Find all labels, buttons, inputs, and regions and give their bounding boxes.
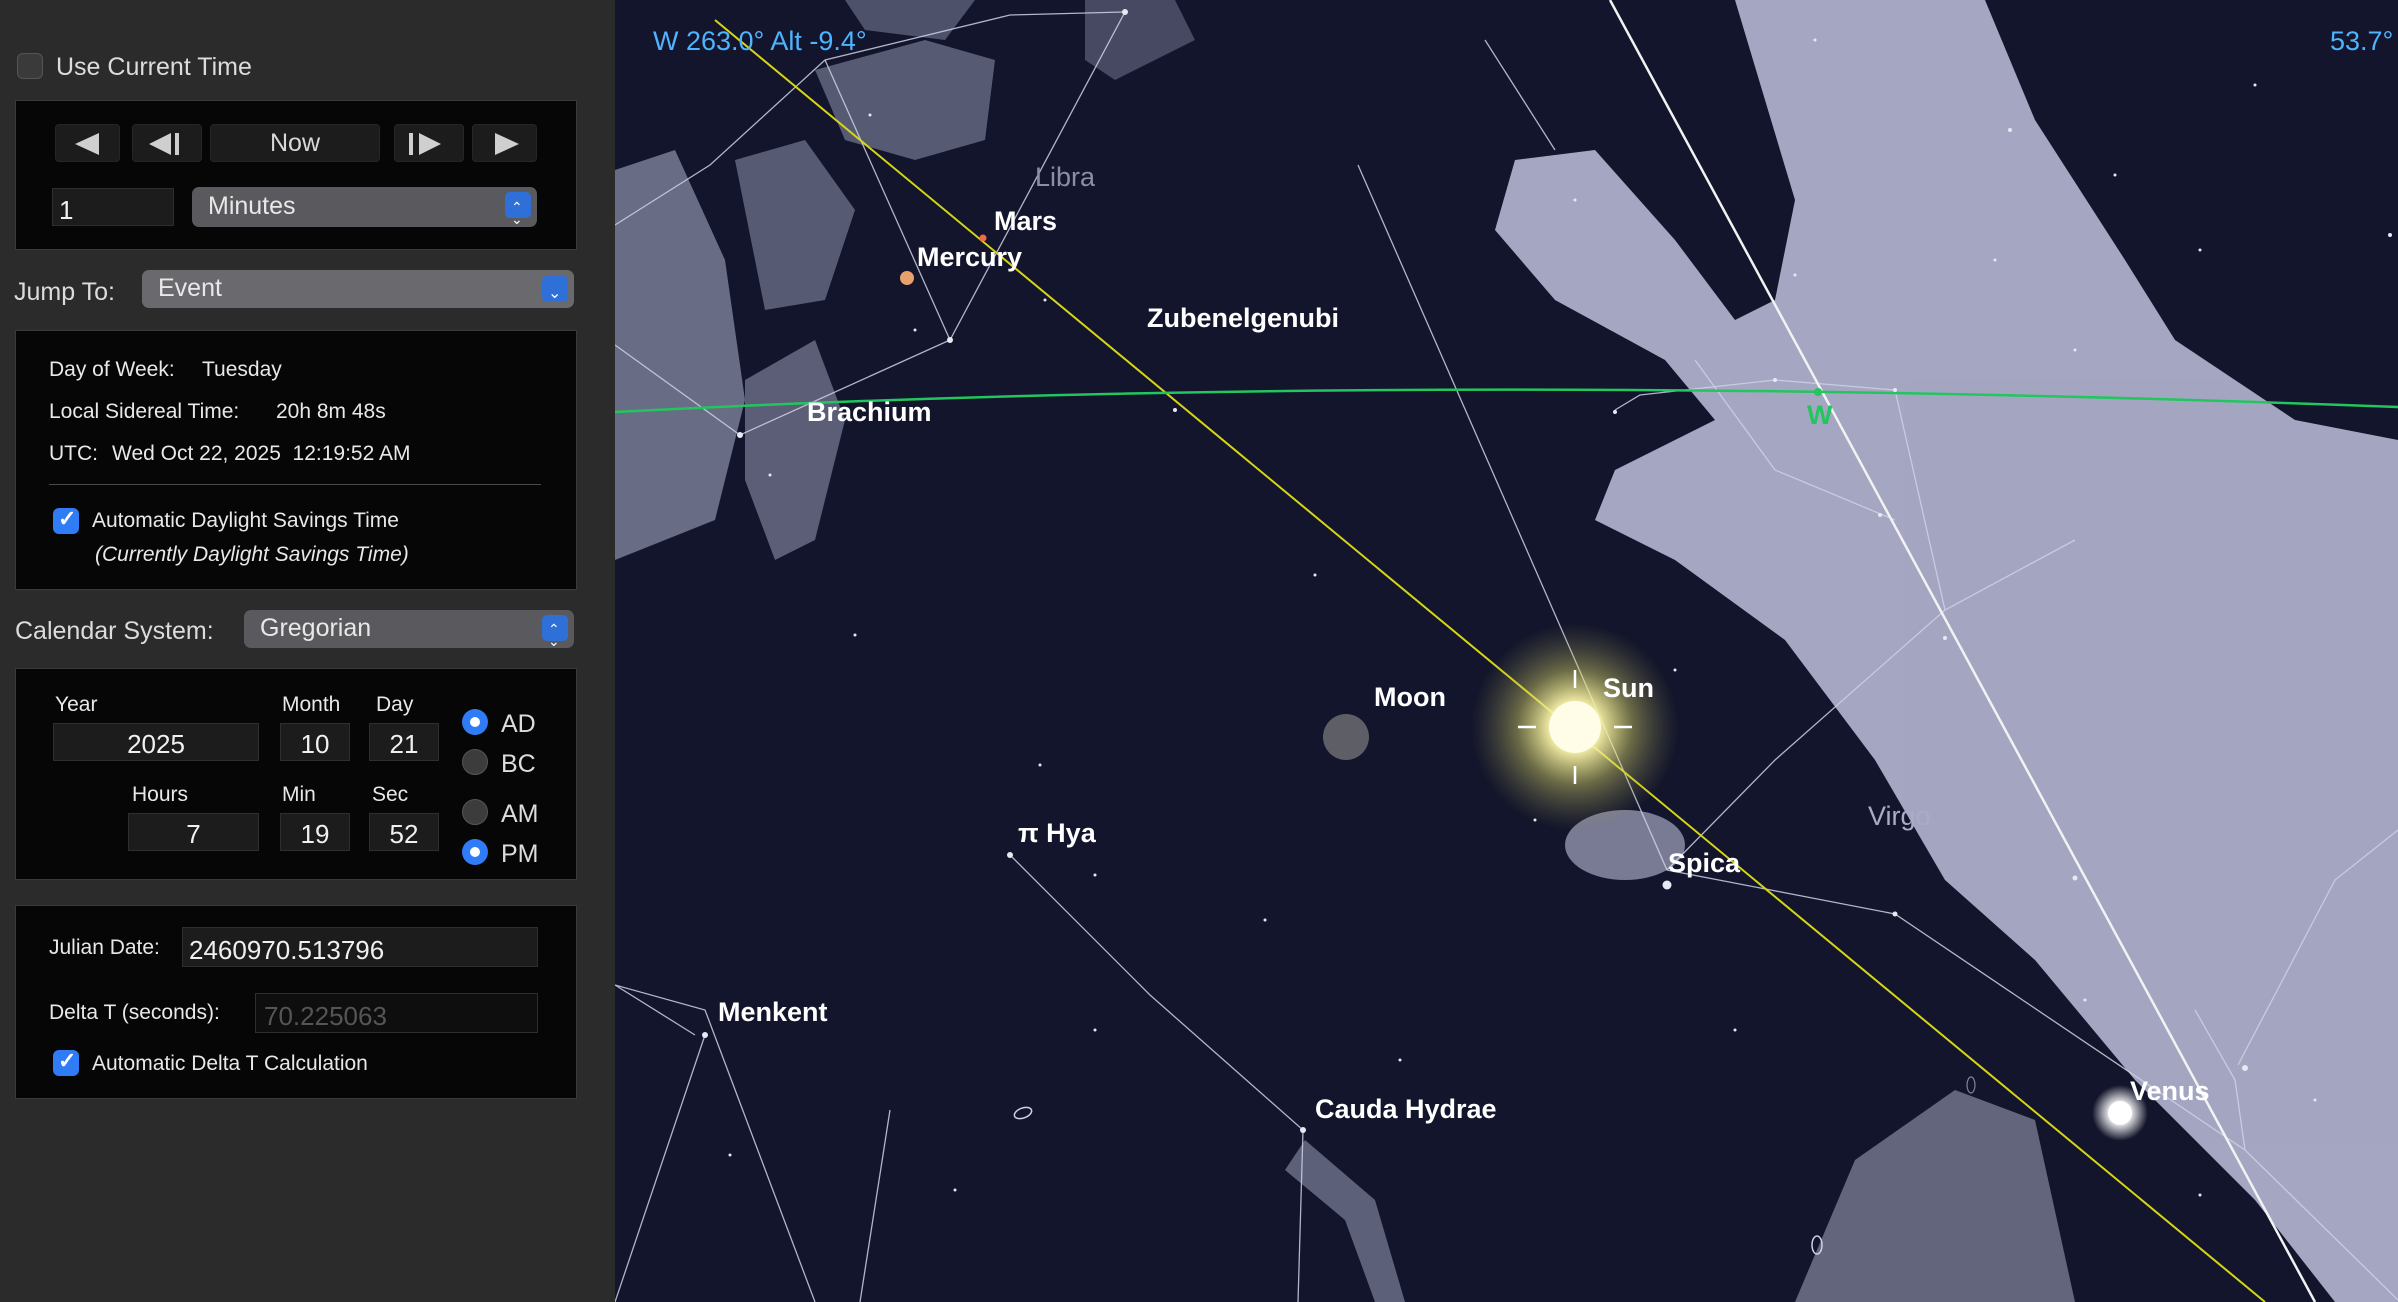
cauda-hydrae-label: Cauda Hydrae bbox=[1315, 1094, 1497, 1124]
use-current-time-label: Use Current Time bbox=[56, 53, 252, 81]
step-back-button[interactable] bbox=[132, 124, 202, 162]
mercury-label: Mercury bbox=[917, 242, 1023, 272]
delta-t-field[interactable]: 70.225063 bbox=[255, 993, 538, 1033]
venus-marker bbox=[2108, 1101, 2132, 1125]
use-current-time-checkbox[interactable] bbox=[17, 53, 43, 79]
now-button-label: Now bbox=[269, 129, 320, 157]
am-radio[interactable] bbox=[462, 799, 488, 825]
chevron-down-icon: ⌄ bbox=[542, 276, 568, 302]
brachium-label: Brachium bbox=[807, 397, 932, 427]
galaxy-icon bbox=[1013, 1106, 1033, 1120]
bc-label: BC bbox=[501, 750, 536, 778]
triangle-left-icon bbox=[75, 133, 99, 155]
west-label: W bbox=[1807, 400, 1833, 430]
day-label: Day bbox=[376, 693, 414, 716]
menkent-label: Menkent bbox=[718, 997, 828, 1027]
divider bbox=[49, 484, 541, 485]
updown-chevron-icon: ⌃ ⌄ bbox=[505, 192, 531, 227]
jump-to-label: Jump To: bbox=[14, 278, 115, 306]
delta-t-label: Delta T (seconds): bbox=[49, 1001, 220, 1024]
galaxy-icon bbox=[1966, 1076, 1976, 1094]
hours-label: Hours bbox=[132, 783, 189, 806]
now-button[interactable]: Now bbox=[210, 124, 380, 162]
utc-value: Wed Oct 22, 2025 12:19:52 AM bbox=[112, 442, 411, 465]
dst-status: (Currently Daylight Savings Time) bbox=[95, 543, 409, 566]
step-unit-select[interactable]: Minutes ⌃ ⌄ bbox=[192, 187, 537, 227]
time-control-panel: Use Current Time Now 1 Minutes ⌃ ⌄ Jump T… bbox=[0, 0, 615, 1302]
bc-radio[interactable] bbox=[462, 749, 488, 775]
step-forward-icon bbox=[419, 133, 441, 155]
pi-hya-label: π Hya bbox=[1018, 818, 1096, 848]
sec-label: Sec bbox=[372, 783, 409, 806]
step-back-icon bbox=[149, 133, 171, 155]
sec-field[interactable]: 52 bbox=[369, 813, 439, 851]
jump-to-select[interactable]: Event ⌄ bbox=[142, 270, 574, 308]
hydra-tail bbox=[1285, 1140, 1405, 1302]
auto-delta-t-checkbox[interactable]: ✓ bbox=[53, 1048, 79, 1076]
day-field[interactable]: 21 bbox=[369, 723, 439, 761]
step-forward-far-button[interactable] bbox=[472, 124, 537, 162]
jump-to-value: Event bbox=[158, 274, 222, 302]
mars-marker bbox=[979, 234, 987, 242]
hours-field[interactable]: 7 bbox=[128, 813, 259, 851]
julian-date-label: Julian Date: bbox=[49, 936, 160, 959]
triangle-right-icon bbox=[495, 133, 519, 155]
min-label: Min bbox=[282, 783, 316, 806]
min-field[interactable]: 19 bbox=[280, 813, 350, 851]
julian-date-field[interactable]: 2460970.513796 bbox=[182, 927, 538, 967]
virgo-label: Virgo bbox=[1868, 801, 1931, 831]
auto-dst-checkbox[interactable]: ✓ bbox=[53, 506, 79, 534]
mars-label: Mars bbox=[994, 206, 1058, 236]
updown-chevron-icon: ⌃ ⌄ bbox=[542, 615, 568, 649]
sun-label: Sun bbox=[1603, 673, 1654, 703]
month-field[interactable]: 10 bbox=[280, 723, 350, 761]
day-of-week-value: Tuesday bbox=[202, 358, 282, 381]
lst-value: 20h 8m 48s bbox=[276, 400, 386, 423]
auto-dst-label: Automatic Daylight Savings Time bbox=[92, 509, 399, 532]
sun-disc bbox=[1549, 701, 1601, 753]
calendar-system-select[interactable]: Gregorian ⌃ ⌄ bbox=[244, 610, 574, 649]
west-marker bbox=[1814, 388, 1822, 396]
ad-label: AD bbox=[501, 710, 536, 738]
step-unit-value: Minutes bbox=[208, 192, 296, 220]
auto-delta-t-label: Automatic Delta T Calculation bbox=[92, 1052, 368, 1075]
utc-label: UTC: bbox=[49, 442, 98, 465]
calendar-system-value: Gregorian bbox=[260, 614, 372, 642]
pm-radio[interactable] bbox=[462, 839, 488, 865]
libra-label: Libra bbox=[1035, 162, 1096, 192]
year-label: Year bbox=[55, 693, 98, 716]
pm-label: PM bbox=[501, 840, 539, 868]
mercury-marker bbox=[900, 271, 914, 285]
month-label: Month bbox=[282, 693, 341, 716]
spica-label: Spica bbox=[1668, 848, 1741, 878]
calendar-system-label: Calendar System: bbox=[15, 617, 214, 645]
zubenelgenubi-label: Zubenelgenubi bbox=[1147, 303, 1339, 333]
step-value-input[interactable]: 1 bbox=[52, 188, 174, 226]
sky-view[interactable]: W 263.0° Alt -9.4° 53.7° Libra Mars Merc… bbox=[615, 0, 2398, 1302]
step-back-far-button[interactable] bbox=[55, 124, 120, 162]
venus-label: Venus bbox=[2130, 1076, 2210, 1106]
time-navigation-box bbox=[15, 100, 577, 250]
direction-readout: W 263.0° Alt -9.4° bbox=[653, 26, 867, 56]
moon-marker bbox=[1323, 714, 1369, 760]
direction-readout-right: 53.7° bbox=[2330, 26, 2394, 56]
step-forward-button[interactable] bbox=[394, 124, 464, 162]
lst-label: Local Sidereal Time: bbox=[49, 400, 240, 423]
ad-radio[interactable] bbox=[462, 709, 488, 735]
am-label: AM bbox=[501, 800, 539, 828]
year-field[interactable]: 2025 bbox=[53, 723, 259, 761]
moon-label: Moon bbox=[1374, 682, 1446, 712]
day-of-week-label: Day of Week: bbox=[49, 358, 175, 381]
